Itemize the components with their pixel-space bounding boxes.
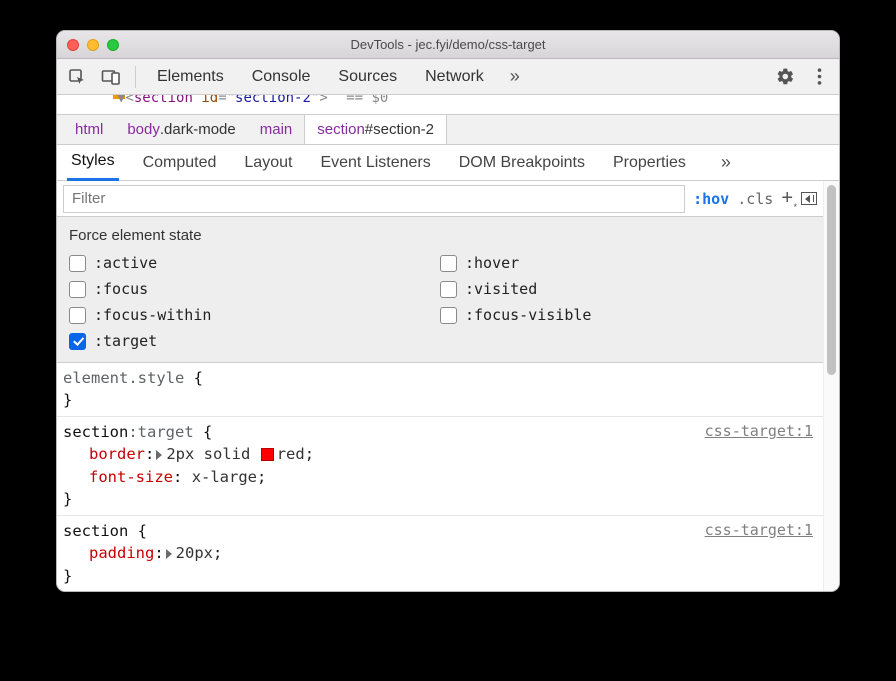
checkbox-target [69, 333, 86, 350]
dom-tree-row[interactable]: ▼<section id="section-2"> == $0 [57, 95, 839, 115]
state-focus-visible[interactable]: :focus-visible [440, 306, 811, 324]
rule-element-style[interactable]: element.style { } [57, 363, 823, 417]
styles-tabbar: Styles Computed Layout Event Listeners D… [57, 145, 839, 181]
window-title: DevTools - jec.fyi/demo/css-target [57, 37, 839, 52]
minimize-window-button[interactable] [87, 39, 99, 51]
checkbox-focus [69, 281, 86, 298]
crumb-section[interactable]: section#section-2 [304, 115, 447, 144]
more-tabs-icon[interactable] [499, 62, 531, 92]
settings-gear-icon[interactable] [769, 62, 801, 92]
expand-shorthand-icon[interactable] [156, 450, 162, 460]
tab-sources[interactable]: Sources [325, 59, 410, 95]
tab-properties[interactable]: Properties [609, 145, 690, 181]
crumb-html[interactable]: html [63, 115, 115, 144]
force-state-panel: Force element state :active :hover :focu… [57, 217, 823, 363]
color-swatch-icon[interactable] [261, 448, 274, 461]
rule-source-link[interactable]: css-target:1 [705, 520, 813, 542]
tab-computed[interactable]: Computed [139, 145, 221, 181]
state-active[interactable]: :active [69, 254, 440, 272]
toggle-cls-button[interactable]: .cls [737, 190, 773, 208]
traffic-lights [67, 39, 119, 51]
rule-section[interactable]: css-target:1 section { padding:20px; } [57, 516, 823, 591]
state-target[interactable]: :target [69, 332, 440, 350]
checkbox-visited [440, 281, 457, 298]
styles-filter-input[interactable] [63, 185, 685, 213]
scrollbar-track[interactable] [823, 181, 839, 591]
tab-elements[interactable]: Elements [144, 59, 237, 95]
state-focus[interactable]: :focus [69, 280, 440, 298]
tab-layout[interactable]: Layout [240, 145, 296, 181]
more-subtabs-icon[interactable] [710, 148, 742, 178]
state-hover[interactable]: :hover [440, 254, 811, 272]
separator [135, 66, 136, 88]
titlebar: DevTools - jec.fyi/demo/css-target [57, 31, 839, 59]
tab-event-listeners[interactable]: Event Listeners [316, 145, 434, 181]
force-state-title: Force element state [69, 227, 811, 244]
toggle-sidebar-icon[interactable] [801, 192, 817, 205]
state-focus-within[interactable]: :focus-within [69, 306, 440, 324]
checkbox-active [69, 255, 86, 272]
tab-dom-breakpoints[interactable]: DOM Breakpoints [455, 145, 589, 181]
dom-breadcrumb: html body.dark-mode main section#section… [57, 115, 839, 145]
checkbox-focus-visible [440, 307, 457, 324]
checkbox-focus-within [69, 307, 86, 324]
expand-shorthand-icon[interactable] [166, 549, 172, 559]
tab-console[interactable]: Console [239, 59, 324, 95]
checkbox-hover [440, 255, 457, 272]
tab-network[interactable]: Network [412, 59, 497, 95]
crumb-body[interactable]: body.dark-mode [115, 115, 247, 144]
devtools-window: DevTools - jec.fyi/demo/css-target Eleme… [56, 30, 840, 592]
maximize-window-button[interactable] [107, 39, 119, 51]
new-style-rule-button[interactable]: + [781, 187, 793, 210]
filter-bar: :hov .cls + [57, 181, 823, 217]
main-tabbar: Elements Console Sources Network [57, 59, 839, 95]
styles-panel-wrap: :hov .cls + Force element state :active … [57, 181, 839, 591]
state-visited[interactable]: :visited [440, 280, 811, 298]
toggle-hov-button[interactable]: :hov [693, 190, 729, 208]
scrollbar-thumb[interactable] [827, 185, 836, 375]
more-menu-icon[interactable] [803, 62, 835, 92]
inspect-icon[interactable] [61, 62, 93, 92]
device-toggle-icon[interactable] [95, 62, 127, 92]
rule-section-target[interactable]: css-target:1 section:target { border:2px… [57, 417, 823, 516]
rule-source-link[interactable]: css-target:1 [705, 421, 813, 443]
styles-panel: :hov .cls + Force element state :active … [57, 181, 823, 591]
close-window-button[interactable] [67, 39, 79, 51]
crumb-main[interactable]: main [248, 115, 305, 144]
tab-styles[interactable]: Styles [67, 145, 119, 181]
